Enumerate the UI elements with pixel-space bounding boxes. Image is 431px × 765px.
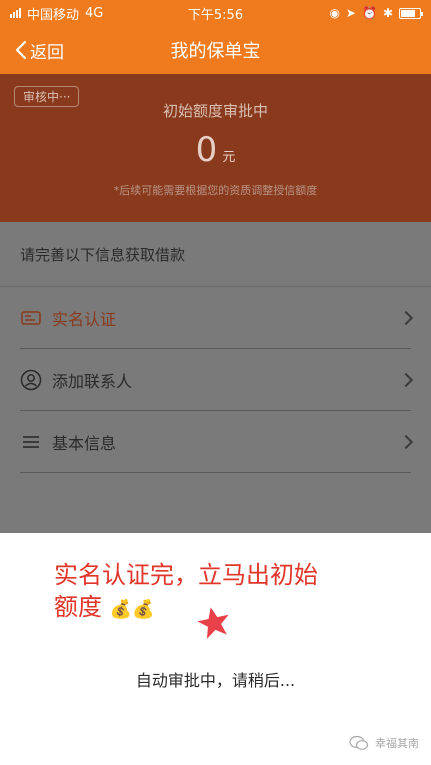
star-icon xyxy=(197,607,229,639)
credit-amount: 0 元 xyxy=(0,130,431,170)
promo-line-1: 实名认证完，立马出初始 xyxy=(54,561,318,589)
page-title: 我的保单宝 xyxy=(170,41,261,62)
status-right: ◉ ➤ ⏰ ✱ xyxy=(329,6,423,20)
bluetooth-icon: ✱ xyxy=(382,6,393,20)
processing-status: 自动审批中，请稍后... xyxy=(135,671,296,690)
menu-item-real-name-auth[interactable]: 实名认证 xyxy=(0,287,431,349)
approval-modal: 实名认证完，立马出初始 额度 💰💰 自动审批中，请稍后... 幸福其南 xyxy=(0,533,431,765)
chevron-right-icon xyxy=(398,310,414,326)
contact-icon xyxy=(20,369,42,391)
signal-icon xyxy=(10,8,21,18)
chevron-left-icon xyxy=(15,40,27,60)
status-bar: 中国移动 4G 下午5:56 ◉ ➤ ⏰ ✱ xyxy=(0,0,431,26)
promo-line-2: 额度 xyxy=(54,593,102,621)
orientation-lock-icon: ◉ xyxy=(329,6,340,20)
battery-fill xyxy=(401,9,416,17)
carrier-name: 中国移动 xyxy=(27,7,80,23)
battery-icon xyxy=(399,7,423,19)
money-bag-icon: 💰💰 xyxy=(109,599,155,620)
chevron-right-icon xyxy=(398,434,414,450)
back-button[interactable]: 返回 xyxy=(14,26,64,74)
amount-value: 0 xyxy=(195,130,218,170)
credit-header: 审核中··· 初始额度审批中 0 元 *后续可能需要根据您的资质调整授信额度 xyxy=(0,74,431,222)
back-label: 返回 xyxy=(30,42,64,63)
menu-label: 添加联系人 xyxy=(52,372,133,391)
nav-bar: 返回 我的保单宝 xyxy=(0,26,431,74)
menu-label: 基本信息 xyxy=(52,434,117,453)
menu-item-basic-info[interactable]: 基本信息 xyxy=(0,411,431,473)
watermark-text: 幸福其南 xyxy=(375,737,419,750)
alarm-icon: ⏰ xyxy=(361,6,377,20)
credit-title: 初始额度审批中 xyxy=(162,102,268,120)
info-section: 请完善以下信息获取借款 实名认证 添加联系人 基本信息 xyxy=(0,222,431,533)
wechat-icon xyxy=(349,735,369,750)
network-type: 4G xyxy=(85,5,104,21)
status-left: 中国移动 4G xyxy=(10,4,103,23)
divider xyxy=(20,472,411,473)
menu-label: 实名认证 xyxy=(52,310,117,329)
credit-note: *后续可能需要根据您的资质调整授信额度 xyxy=(113,184,318,197)
list-icon xyxy=(20,431,42,453)
chevron-right-icon xyxy=(398,372,414,388)
info-prompt: 请完善以下信息获取借款 xyxy=(20,246,186,264)
watermark: 幸福其南 xyxy=(349,735,419,751)
location-icon: ➤ xyxy=(345,6,356,20)
amount-unit: 元 xyxy=(222,150,236,165)
id-card-icon xyxy=(20,307,42,329)
menu-item-add-contact[interactable]: 添加联系人 xyxy=(0,349,431,411)
